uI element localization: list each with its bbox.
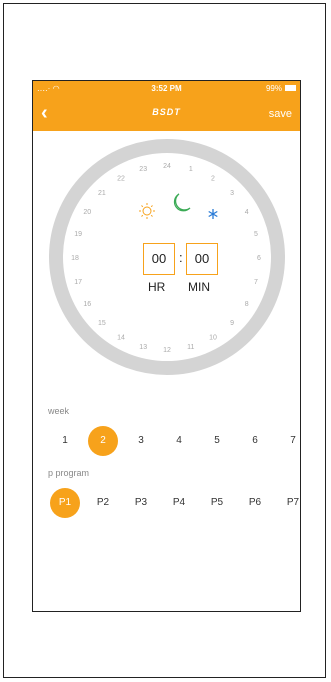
hour-tick-label: 11 [187, 344, 194, 351]
hour-tick-label: 24 [163, 163, 171, 170]
hour-tick-label: 1 [189, 166, 193, 173]
hour-tick-label: 21 [98, 190, 106, 197]
hour-field[interactable]: 00 [143, 243, 175, 275]
hour-tick-label: 10 [209, 335, 217, 342]
hour-tick-label: 23 [139, 166, 147, 173]
hour-tick-label: 7 [254, 279, 258, 286]
moon-icon [173, 193, 191, 212]
week-day-2[interactable]: 2 [88, 426, 118, 456]
hour-tick-label: 20 [83, 209, 91, 216]
brand-logo: BSDT [152, 107, 181, 117]
battery-icon [285, 85, 296, 91]
program-p3[interactable]: P3 [126, 488, 156, 518]
hour-tick-label: 3 [230, 190, 234, 197]
hour-tick-label: 14 [117, 335, 125, 342]
minute-field[interactable]: 00 [186, 243, 218, 275]
hour-tick-label: 5 [254, 231, 258, 238]
nav-bar: ‹ BSDT save [33, 97, 300, 131]
hour-tick-label: 22 [117, 175, 125, 182]
sun-icon [139, 203, 155, 219]
hour-tick-label: 19 [74, 231, 82, 238]
week-day-6[interactable]: 6 [240, 426, 270, 456]
hour-tick-label: 2 [211, 175, 215, 182]
time-separator: : [179, 250, 183, 265]
battery-percent: 99% [265, 84, 282, 93]
week-day-7[interactable]: 7 [278, 426, 300, 456]
program-label: p program [48, 468, 90, 478]
week-day-4[interactable]: 4 [164, 426, 194, 456]
week-label: week [48, 406, 70, 416]
program-p5[interactable]: P5 [202, 488, 232, 518]
minute-unit-label: MIN [188, 280, 210, 294]
hour-tick-label: 15 [98, 320, 106, 327]
week-day-3[interactable]: 3 [126, 426, 156, 456]
program-p1[interactable]: P1 [50, 488, 80, 518]
week-day-1[interactable]: 1 [50, 426, 80, 456]
program-p4[interactable]: P4 [164, 488, 194, 518]
hour-tick-label: 18 [71, 255, 79, 262]
hour-tick-label: 9 [230, 320, 234, 327]
program-p6[interactable]: P6 [240, 488, 270, 518]
program-p2[interactable]: P2 [88, 488, 118, 518]
snowflake-icon [208, 209, 218, 219]
hour-tick-label: 12 [163, 347, 171, 354]
hour-tick-label: 16 [83, 301, 91, 308]
hour-tick-label: 13 [139, 344, 147, 351]
status-bar: ‥‥· ◠ 3:52 PM 99% [33, 81, 300, 97]
status-time: 3:52 PM [151, 84, 182, 93]
hour-tick-label: 17 [74, 279, 82, 286]
program-p7[interactable]: P7 [278, 488, 300, 518]
hour-tick-label: 6 [257, 255, 261, 262]
save-button[interactable]: save [269, 108, 292, 120]
phone-screen: ‥‥· ◠ 3:52 PM 99% ‹ BSDT save 24 1 2 3 4 5 6 7 8… [32, 80, 301, 612]
week-day-5[interactable]: 5 [202, 426, 232, 456]
hour-unit-label: HR [148, 280, 166, 294]
hour-tick-label: 8 [245, 301, 249, 308]
hour-tick-label: 4 [245, 209, 249, 216]
